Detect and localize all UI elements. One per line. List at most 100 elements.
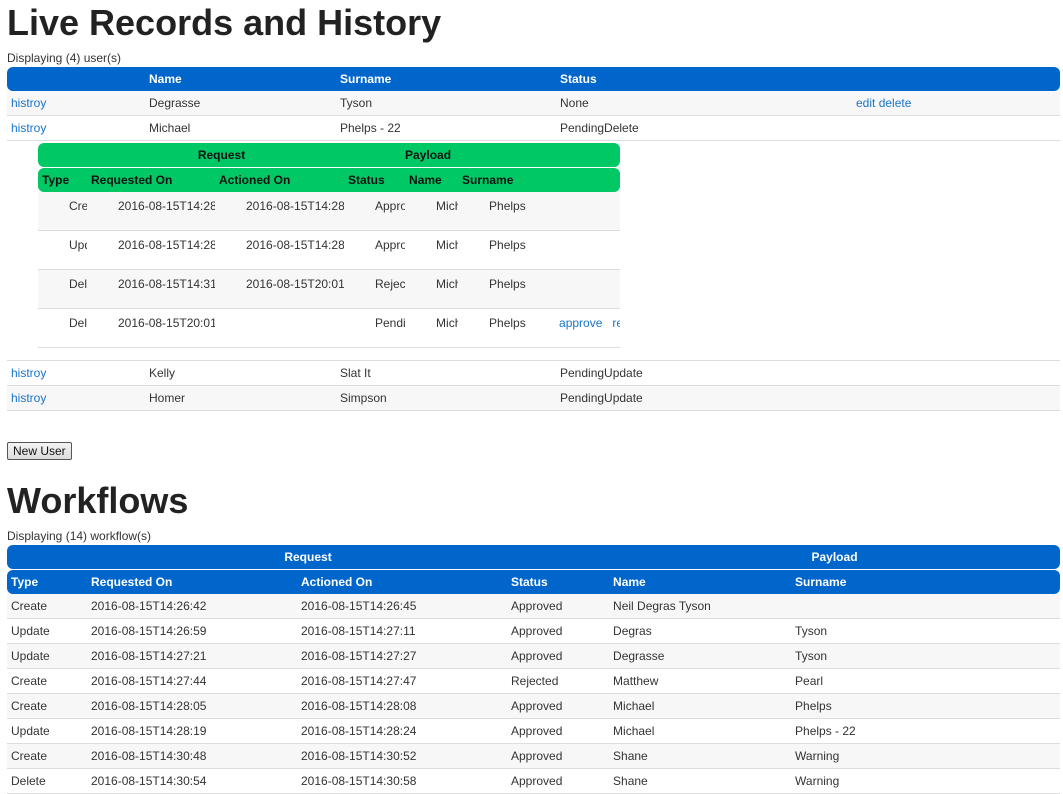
history-actioned: 2016-08-15T14:28:08 <box>215 192 344 231</box>
user-count: Displaying (4) user(s) <box>7 51 122 65</box>
new-user-button[interactable]: New User <box>7 442 72 460</box>
history-surname: Phelps - 22 <box>458 231 529 270</box>
workflow-actioned: 2016-08-15T14:28:24 <box>297 719 507 744</box>
workflow-type: Create <box>7 694 87 719</box>
user-name: Kelly <box>145 361 336 386</box>
workflow-surname: Warning <box>791 744 1060 769</box>
history-type: Delete <box>38 309 87 348</box>
history-name: Michael <box>405 270 459 309</box>
history-item: Update 2016-08-15T14:28:19 2016-08-15T14… <box>38 231 620 270</box>
workflow-surname: Pearl <box>791 669 1060 694</box>
user-actions <box>852 386 1060 411</box>
workflow-type: Update <box>7 644 87 669</box>
workflow-status: Approved <box>507 694 610 719</box>
history-actioned: 2016-08-15T20:01:26 <box>215 270 344 309</box>
history-col-requested: Requested On <box>87 168 215 192</box>
workflow-name: Degras <box>609 619 792 644</box>
history-status: Rejected <box>344 270 406 309</box>
workflow-col-requested: Requested On <box>87 570 297 594</box>
workflow-name: Shane <box>609 769 792 794</box>
workflows-table: Request Payload Type Requested On Action… <box>7 545 1060 794</box>
workflow-surname <box>791 594 1060 619</box>
col-actions <box>852 67 1060 91</box>
history-surname: Phelps - 22 <box>458 270 529 309</box>
history-name: Michael <box>405 309 459 348</box>
workflow-status: Rejected <box>507 669 610 694</box>
history-actions: approve reject <box>528 309 620 348</box>
workflow-surname: Phelps - 22 <box>791 719 1060 744</box>
history-col-status: Status <box>344 168 406 192</box>
history-table: Request Payload Type Requested On Action… <box>38 143 620 348</box>
workflow-requested: 2016-08-15T14:28:19 <box>87 719 297 744</box>
history-actioned: 2016-08-15T14:28:24 <box>215 231 344 270</box>
workflow-type: Create <box>7 594 87 619</box>
workflows-title: Workflows <box>7 480 189 521</box>
workflow-type: Update <box>7 719 87 744</box>
workflow-col-status: Status <box>507 570 610 594</box>
history-actions <box>528 192 620 231</box>
history-surname: Phelps - 22 <box>458 309 529 348</box>
history-col-name: Name <box>405 168 459 192</box>
workflow-row: Create 2016-08-15T14:26:42 2016-08-15T14:2… <box>7 594 1060 619</box>
reject-link[interactable]: reject <box>612 316 620 330</box>
history-requested: 2016-08-15T14:28:19 <box>87 231 215 270</box>
user-status: PendingDelete <box>556 116 852 141</box>
history-group-request: Request <box>38 143 406 167</box>
workflow-requested: 2016-08-15T14:26:42 <box>87 594 297 619</box>
workflow-actioned: 2016-08-15T14:27:27 <box>297 644 507 669</box>
workflow-col-actioned: Actioned On <box>297 570 507 594</box>
history-actioned <box>215 309 344 348</box>
user-status: PendingUpdate <box>556 361 852 386</box>
workflow-actioned: 2016-08-15T14:27:47 <box>297 669 507 694</box>
history-type: Create <box>38 192 87 231</box>
history-status: Approved <box>344 192 406 231</box>
user-surname: Tyson <box>336 91 556 116</box>
col-name: Name <box>145 67 336 91</box>
history-item: Delete 2016-08-15T20:01:50 Pending Micha… <box>38 309 620 348</box>
workflow-type: Create <box>7 669 87 694</box>
user-actions: edit delete <box>852 91 1060 116</box>
delete-link[interactable]: delete <box>879 96 912 110</box>
col-surname: Surname <box>336 67 556 91</box>
workflow-status: Approved <box>507 644 610 669</box>
history-type: Update <box>38 231 87 270</box>
workflow-col-name: Name <box>609 570 792 594</box>
workflow-row: Create 2016-08-15T14:27:44 2016-08-15T14:2… <box>7 669 1060 694</box>
history-link[interactable]: histroy <box>11 96 46 110</box>
workflow-requested: 2016-08-15T14:27:44 <box>87 669 297 694</box>
history-status: Approved <box>344 231 406 270</box>
history-name: Michael <box>405 231 459 270</box>
history-col-type: Type <box>38 168 87 192</box>
workflow-col-surname: Surname <box>791 570 1060 594</box>
user-name: Degrasse <box>145 91 336 116</box>
history-group-payload: Payload <box>405 143 620 167</box>
user-actions <box>852 116 1060 141</box>
workflow-row: Update 2016-08-15T14:28:19 2016-08-15T14:2… <box>7 719 1060 744</box>
workflow-type: Update <box>7 619 87 644</box>
workflow-requested: 2016-08-15T14:30:48 <box>87 744 297 769</box>
history-link[interactable]: histroy <box>11 366 46 380</box>
history-requested: 2016-08-15T14:31:37 <box>87 270 215 309</box>
workflow-actioned: 2016-08-15T14:27:11 <box>297 619 507 644</box>
history-requested: 2016-08-15T14:28:05 <box>87 192 215 231</box>
approve-link[interactable]: approve <box>559 316 602 330</box>
history-name: Michael <box>405 192 459 231</box>
history-actions <box>528 270 620 309</box>
history-item: Delete 2016-08-15T14:31:37 2016-08-15T20… <box>38 270 620 309</box>
workflow-actioned: 2016-08-15T14:26:45 <box>297 594 507 619</box>
workflow-group-request: Request <box>7 545 610 569</box>
workflow-row: Create 2016-08-15T14:30:48 2016-08-15T14:3… <box>7 744 1060 769</box>
workflow-actioned: 2016-08-15T14:30:52 <box>297 744 507 769</box>
history-link[interactable]: histroy <box>11 121 46 135</box>
workflow-surname: Warning <box>791 769 1060 794</box>
history-col-actioned: Actioned On <box>215 168 344 192</box>
workflow-requested: 2016-08-15T14:28:05 <box>87 694 297 719</box>
history-requested: 2016-08-15T20:01:50 <box>87 309 215 348</box>
history-link[interactable]: histroy <box>11 391 46 405</box>
workflow-row: Update 2016-08-15T14:27:21 2016-08-15T14:2… <box>7 644 1060 669</box>
user-status: None <box>556 91 852 116</box>
edit-link[interactable]: edit <box>856 96 875 110</box>
user-actions <box>852 361 1060 386</box>
user-name: Homer <box>145 386 336 411</box>
workflow-name: Degrasse <box>609 644 792 669</box>
